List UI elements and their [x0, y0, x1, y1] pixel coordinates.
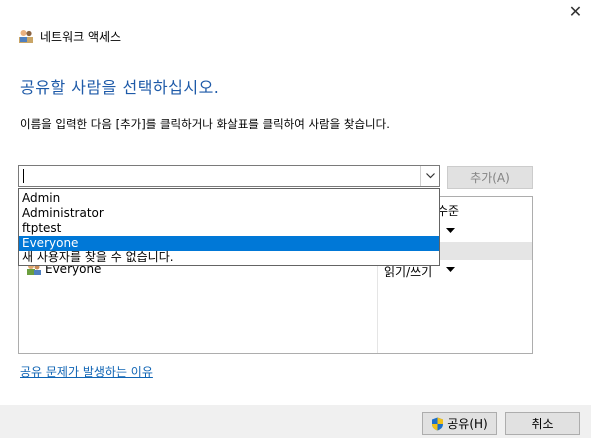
footer-bar [0, 405, 591, 438]
network-users-icon [19, 30, 33, 43]
dropdown-item-find-new-user[interactable]: 새 사용자를 찾을 수 없습니다. [19, 250, 439, 265]
text-caret [23, 169, 24, 183]
uac-shield-icon [432, 417, 444, 430]
close-icon: ✕ [568, 1, 583, 21]
share-button-label: 공유(H) [447, 417, 488, 431]
share-button[interactable]: 공유(H) [422, 412, 497, 435]
dropdown-item-admin[interactable]: Admin [19, 191, 439, 206]
permission-dropdown-arrow-icon[interactable] [446, 228, 455, 234]
user-name-combobox[interactable] [18, 165, 440, 187]
user-dropdown-list[interactable]: Admin Administrator ftptest Everyone 새 사… [18, 188, 440, 266]
dropdown-item-ftptest[interactable]: ftptest [19, 221, 439, 236]
chevron-down-icon [425, 173, 435, 179]
cancel-button[interactable]: 취소 [505, 412, 580, 435]
window-title: 네트워크 액세스 [40, 30, 122, 44]
close-button[interactable]: ✕ [560, 0, 591, 22]
sharing-help-link[interactable]: 공유 문제가 발생하는 이유 [20, 363, 153, 380]
dropdown-item-everyone[interactable]: Everyone [19, 236, 439, 251]
combo-dropdown-button[interactable] [420, 166, 439, 186]
dropdown-item-administrator[interactable]: Administrator [19, 206, 439, 221]
page-heading: 공유할 사람을 선택하십시오. [20, 78, 220, 97]
column-header-permission-level[interactable]: 수준 [437, 202, 459, 219]
permission-dropdown-arrow-icon[interactable] [446, 267, 455, 273]
add-button[interactable]: 추가(A) [447, 166, 533, 189]
instruction-text: 이름을 입력한 다음 [추가]를 클릭하거나 화살표를 클릭하여 사람을 찾습니… [20, 117, 390, 131]
